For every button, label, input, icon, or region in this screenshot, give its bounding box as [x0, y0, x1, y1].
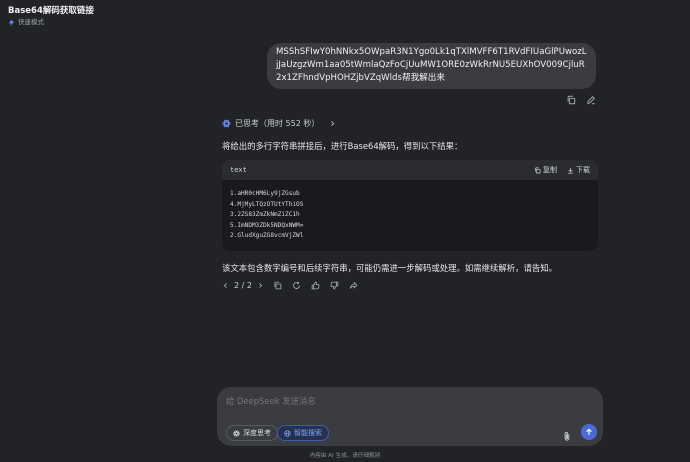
chevron-right-icon: [331, 121, 335, 126]
like-button[interactable]: [311, 281, 320, 290]
share-button[interactable]: [349, 281, 358, 290]
code-line: 1.aHR0cHM6Ly9jZGsub: [230, 190, 300, 197]
paperclip-icon: [564, 431, 570, 441]
deep-think-icon: [222, 119, 231, 128]
response-toolbar: 2 / 2: [222, 281, 358, 290]
copy-message-icon[interactable]: [566, 95, 576, 105]
refresh-icon: [293, 281, 300, 289]
deep-think-toggle[interactable]: 深度思考: [226, 425, 278, 441]
thinking-label: 已思考（用时 552 秒）: [235, 119, 320, 128]
code-line: 2.GludXguZG8vcmVjZWl: [230, 232, 304, 240]
version-pager: 2 / 2: [234, 281, 252, 290]
code-block-header: text 复制 下载: [222, 160, 598, 180]
code-content: 1.aHR0cHM6Ly9jZGsub 4.MjMyLTQzOTUtYThiOS…: [222, 180, 598, 242]
thumbs-down-icon: [330, 281, 339, 290]
copy-icon: [535, 167, 541, 173]
download-icon: [568, 167, 573, 173]
message-composer: 深度思考 智能搜索: [217, 387, 603, 446]
response-conclusion: 该文本包含数字编号和后续字符串，可能仍需进一步解码或处理。如需继续解析，请告知。: [222, 263, 557, 273]
code-language: text: [230, 166, 247, 174]
deep-think-label: 深度思考: [243, 429, 271, 437]
copy-response-button[interactable]: [273, 281, 282, 290]
download-code-label: 下载: [576, 166, 590, 174]
next-version-button[interactable]: [257, 282, 264, 289]
copy-icon: [274, 281, 282, 290]
attach-file-button[interactable]: [562, 427, 572, 446]
chevron-left-icon: [223, 283, 227, 288]
regenerate-button[interactable]: [292, 281, 301, 290]
copy-code-button[interactable]: 复制: [534, 165, 557, 175]
prev-version-button[interactable]: [222, 282, 229, 289]
share-icon: [349, 281, 358, 289]
mode-label: 快速模式: [18, 18, 44, 26]
download-code-button[interactable]: 下载: [567, 165, 590, 175]
response-intro: 将给出的多行字符串拼接后，进行Base64解码，得到以下结果：: [222, 141, 463, 151]
chat-header: Base64解码获取链接 快速模式: [8, 5, 94, 27]
code-line: 3.2ZS83ZmZkNmZiZC1h: [230, 211, 300, 219]
globe-icon: [284, 429, 291, 437]
lightning-icon: [8, 18, 15, 26]
copy-code-label: 复制: [543, 166, 557, 174]
chat-title[interactable]: Base64解码获取链接: [8, 5, 94, 17]
edit-message-icon[interactable]: [586, 95, 596, 105]
send-button[interactable]: [581, 424, 597, 440]
chevron-right-icon: [259, 283, 263, 288]
dislike-button[interactable]: [330, 281, 339, 290]
web-search-label: 智能搜索: [294, 429, 322, 437]
deep-think-icon: [233, 430, 240, 436]
mode-indicator: 快速模式: [8, 17, 94, 27]
thumbs-up-icon: [311, 281, 320, 290]
arrow-up-icon: [586, 428, 592, 435]
web-search-toggle[interactable]: 智能搜索: [277, 425, 329, 441]
ai-disclaimer: 内容由 AI 生成，请仔细甄别: [309, 453, 381, 459]
code-line: 4.MjMyLTQzOTUtYThiOS: [230, 200, 304, 208]
user-message: MSShSFIwY0hNNkx5OWpaR3N1Ygo0Lk1qTXlMVFF6…: [267, 43, 596, 89]
code-line: 5.ImNDM3ZDk5NDQxNWM=: [230, 221, 304, 229]
code-block: text 复制 下载 1.aHR0cHM6Ly9jZGsub 4.MjMyLTQ…: [222, 160, 598, 251]
thinking-toggle[interactable]: 已思考（用时 552 秒）: [222, 118, 336, 129]
message-input[interactable]: [226, 396, 526, 406]
